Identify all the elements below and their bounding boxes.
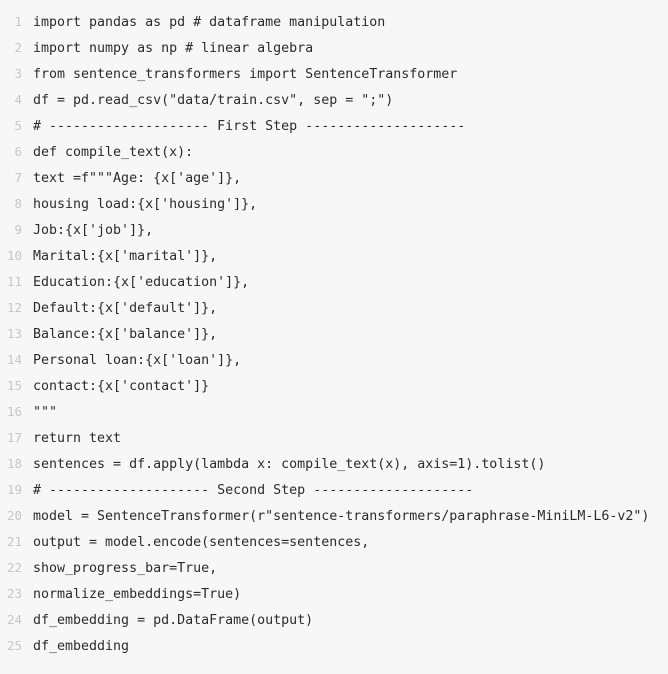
code-line[interactable]: 3 from sentence_transformers import Sente… [0,61,668,87]
line-content[interactable]: return text [22,426,668,452]
line-number: 7 [14,170,22,185]
code-line[interactable]: 22 show_progress_bar=True, [0,555,668,581]
line-content[interactable]: Job:{x['job']}, [22,218,668,244]
line-content[interactable]: from sentence_transformers import Senten… [22,62,668,88]
code-line[interactable]: 8 housing load:{x['housing']}, [0,191,668,217]
line-content[interactable]: Marital:{x['marital']}, [22,244,668,270]
line-number: 4 [14,92,22,107]
line-number: 10 [6,248,22,263]
code-line[interactable]: 18 sentences = df.apply(lambda x: compile… [0,451,668,477]
line-content[interactable]: df_embedding = pd.DataFrame(output) [22,608,668,634]
code-line[interactable]: 13 Balance:{x['balance']}, [0,321,668,347]
code-line[interactable]: 1 import pandas as pd # dataframe manipul… [0,9,668,35]
line-number: 16 [6,404,22,419]
line-number: 21 [6,534,22,549]
line-number: 11 [6,274,22,289]
line-number: 17 [6,430,22,445]
line-content[interactable]: contact:{x['contact']} [22,374,668,400]
line-content[interactable]: import numpy as np # linear algebra [22,36,668,62]
code-line[interactable]: 4 df = pd.read_csv("data/train.csv", sep … [0,87,668,113]
line-number: 8 [14,196,22,211]
line-content[interactable]: # -------------------- Second Step -----… [22,478,668,504]
line-content[interactable]: text =f"""Age: {x['age']}, [22,166,668,192]
code-line[interactable]: 20 model = SentenceTransformer(r"sentence… [0,503,668,529]
line-content[interactable]: def compile_text(x): [22,140,668,166]
line-number: 25 [6,638,22,653]
code-line[interactable]: 12 Default:{x['default']}, [0,295,668,321]
line-number: 14 [6,352,22,367]
code-line[interactable]: 21 output = model.encode(sentences=senten… [0,529,668,555]
code-line[interactable]: 23 normalize_embeddings=True) [0,581,668,607]
line-content[interactable]: model = SentenceTransformer(r"sentence-t… [22,504,668,530]
line-number: 15 [6,378,22,393]
code-line[interactable]: 24 df_embedding = pd.DataFrame(output) [0,607,668,633]
line-number: 24 [6,612,22,627]
code-line[interactable]: 9 Job:{x['job']}, [0,217,668,243]
line-number: 9 [14,222,22,237]
line-number: 22 [6,560,22,575]
line-content[interactable]: sentences = df.apply(lambda x: compile_t… [22,452,668,478]
code-line[interactable]: 11 Education:{x['education']}, [0,269,668,295]
code-line[interactable]: 19 # -------------------- Second Step ---… [0,477,668,503]
code-line[interactable]: 17 return text [0,425,668,451]
code-line[interactable]: 16 """ [0,399,668,425]
line-number: 18 [6,456,22,471]
code-line[interactable]: 2 import numpy as np # linear algebra [0,35,668,61]
line-content[interactable]: df = pd.read_csv("data/train.csv", sep =… [22,88,668,114]
line-content[interactable]: import pandas as pd # dataframe manipula… [22,10,668,36]
line-number: 23 [6,586,22,601]
line-content[interactable]: show_progress_bar=True, [22,556,668,582]
line-number: 5 [14,118,22,133]
code-line[interactable]: 6 def compile_text(x): [0,139,668,165]
line-number: 3 [14,66,22,81]
line-content[interactable]: Personal loan:{x['loan']}, [22,348,668,374]
line-number: 20 [6,508,22,523]
line-content[interactable]: normalize_embeddings=True) [22,582,668,608]
line-content[interactable]: # -------------------- First Step ------… [22,114,668,140]
line-content[interactable]: df_embedding [22,634,668,660]
line-content[interactable]: """ [22,400,668,426]
line-number: 13 [6,326,22,341]
code-line[interactable]: 15 contact:{x['contact']} [0,373,668,399]
code-line[interactable]: 7 text =f"""Age: {x['age']}, [0,165,668,191]
line-number: 1 [14,14,22,29]
code-line[interactable]: 10 Marital:{x['marital']}, [0,243,668,269]
line-number: 12 [6,300,22,315]
line-number: 6 [14,144,22,159]
line-number: 2 [14,40,22,55]
line-content[interactable]: Education:{x['education']}, [22,270,668,296]
line-content[interactable]: Default:{x['default']}, [22,296,668,322]
line-content[interactable]: housing load:{x['housing']}, [22,192,668,218]
code-line[interactable]: 14 Personal loan:{x['loan']}, [0,347,668,373]
code-line[interactable]: 25 df_embedding [0,633,668,659]
code-block[interactable]: 1 import pandas as pd # dataframe manipul… [0,0,668,674]
line-content[interactable]: Balance:{x['balance']}, [22,322,668,348]
line-content[interactable]: output = model.encode(sentences=sentence… [22,530,668,556]
line-number: 19 [6,482,22,497]
code-line[interactable]: 5 # -------------------- First Step -----… [0,113,668,139]
